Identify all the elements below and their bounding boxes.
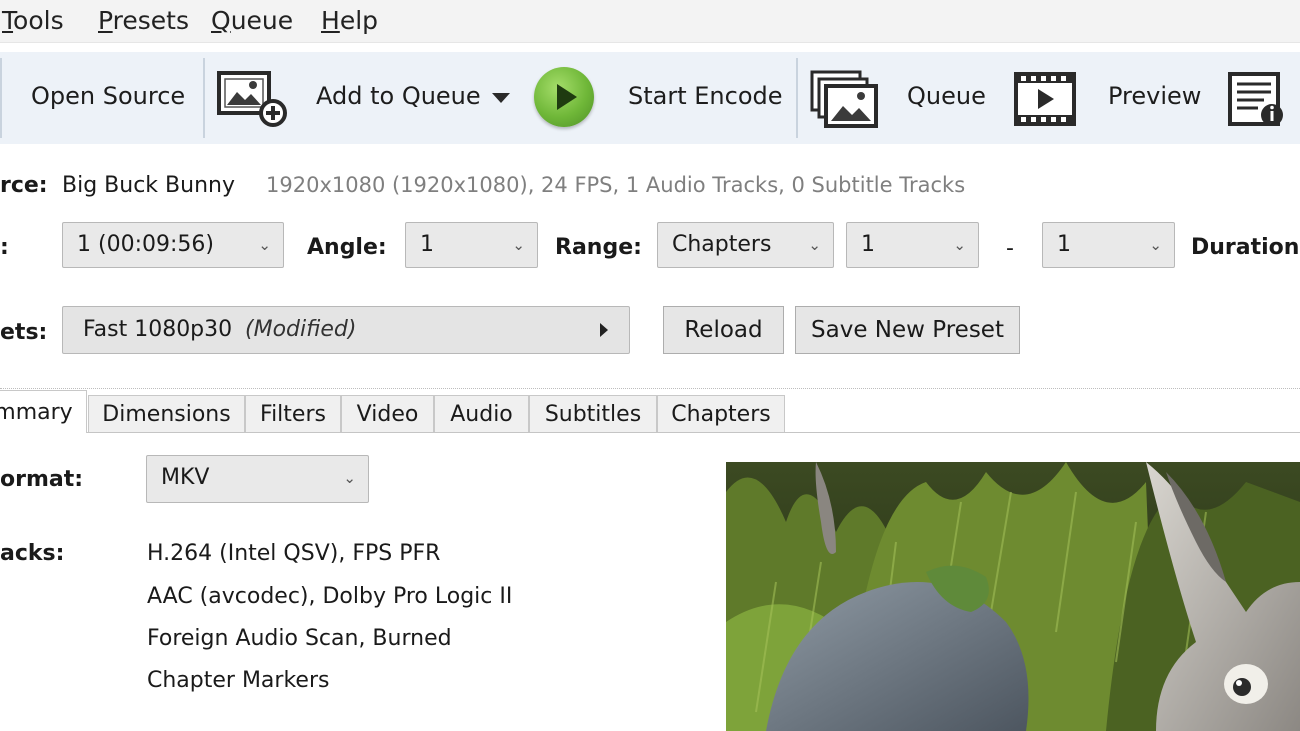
angle-select[interactable]: 1 ⌄	[405, 222, 538, 268]
tab-subtitles[interactable]: Subtitles	[529, 395, 657, 432]
chevron-down-icon: ⌄	[343, 469, 356, 487]
toolbar-separator	[203, 58, 205, 138]
toolbar-separator	[0, 58, 2, 138]
start-encode-play-icon[interactable]	[534, 67, 594, 127]
angle-select-value: 1	[420, 232, 434, 257]
chevron-down-icon: ⌄	[953, 236, 966, 254]
format-value: MKV	[161, 465, 210, 490]
preset-name: Fast 1080p30	[83, 317, 233, 342]
toolbar-separator	[796, 58, 798, 138]
tab-chapters[interactable]: Chapters	[657, 395, 785, 432]
track-audio: AAC (avcodec), Dolby Pro Logic II	[147, 584, 513, 609]
add-to-queue-dropdown-icon[interactable]	[491, 92, 511, 104]
title-select[interactable]: 1 (00:09:56) ⌄	[62, 222, 284, 268]
toolbar: Open Source Add to Queue Start Encode Qu…	[0, 52, 1300, 144]
chevron-right-icon	[600, 323, 608, 337]
title-label: :	[0, 235, 9, 260]
start-encode-button[interactable]: Start Encode	[628, 82, 783, 110]
divider	[0, 388, 1300, 389]
open-source-button[interactable]: Open Source	[31, 82, 185, 110]
duration-label: Duration:	[1191, 235, 1300, 260]
activity-log-icon[interactable]	[1228, 72, 1286, 128]
track-video: H.264 (Intel QSV), FPS PFR	[147, 541, 441, 566]
queue-button[interactable]: Queue	[907, 82, 986, 110]
preset-selector[interactable]: Fast 1080p30 (Modified)	[62, 306, 630, 354]
preview-icon[interactable]	[1014, 72, 1076, 126]
tab-summary[interactable]: mmary	[0, 390, 87, 433]
tab-audio[interactable]: Audio	[434, 395, 529, 432]
range-dash: -	[1006, 236, 1014, 261]
range-type-select[interactable]: Chapters ⌄	[657, 222, 834, 268]
source-name: Big Buck Bunny	[62, 173, 235, 198]
tracks-label: acks:	[0, 541, 65, 566]
chevron-down-icon: ⌄	[1149, 236, 1162, 254]
chevron-down-icon: ⌄	[512, 236, 525, 254]
menu-presets[interactable]: Presets	[98, 6, 189, 35]
title-select-value: 1 (00:09:56)	[77, 232, 214, 257]
reload-button[interactable]: Reload	[663, 306, 784, 354]
format-select[interactable]: MKV ⌄	[146, 455, 369, 503]
add-to-queue-icon[interactable]	[216, 70, 288, 128]
range-end-value: 1	[1057, 232, 1071, 257]
add-to-queue-button[interactable]: Add to Queue	[316, 82, 481, 110]
range-type-value: Chapters	[672, 232, 772, 257]
range-start-value: 1	[861, 232, 875, 257]
menu-tools[interactable]: Tools	[2, 6, 64, 35]
angle-label: Angle:	[307, 235, 387, 260]
presets-label: ets:	[0, 320, 48, 345]
chevron-down-icon: ⌄	[258, 236, 271, 254]
tab-video[interactable]: Video	[341, 395, 434, 432]
preview-thumbnail	[726, 462, 1300, 731]
save-new-preset-button[interactable]: Save New Preset	[795, 306, 1020, 354]
source-info: 1920x1080 (1920x1080), 24 FPS, 1 Audio T…	[266, 173, 966, 197]
tab-filters[interactable]: Filters	[245, 395, 341, 432]
menu-bar: Tools Presets Queue Help	[0, 0, 1300, 43]
queue-icon[interactable]	[809, 69, 881, 129]
track-subtitles: Foreign Audio Scan, Burned	[147, 626, 452, 651]
range-label: Range:	[555, 235, 642, 260]
menu-help[interactable]: Help	[321, 6, 378, 35]
preview-button[interactable]: Preview	[1108, 82, 1201, 110]
preset-modified-flag: (Modified)	[245, 317, 357, 342]
tab-dimensions[interactable]: Dimensions	[88, 395, 245, 432]
menu-queue[interactable]: Queue	[211, 6, 293, 35]
chevron-down-icon: ⌄	[808, 236, 821, 254]
range-start-select[interactable]: 1 ⌄	[846, 222, 979, 268]
range-end-select[interactable]: 1 ⌄	[1042, 222, 1175, 268]
track-chapters: Chapter Markers	[147, 668, 330, 693]
format-label: ormat:	[0, 467, 84, 492]
source-label: rce:	[0, 173, 48, 198]
